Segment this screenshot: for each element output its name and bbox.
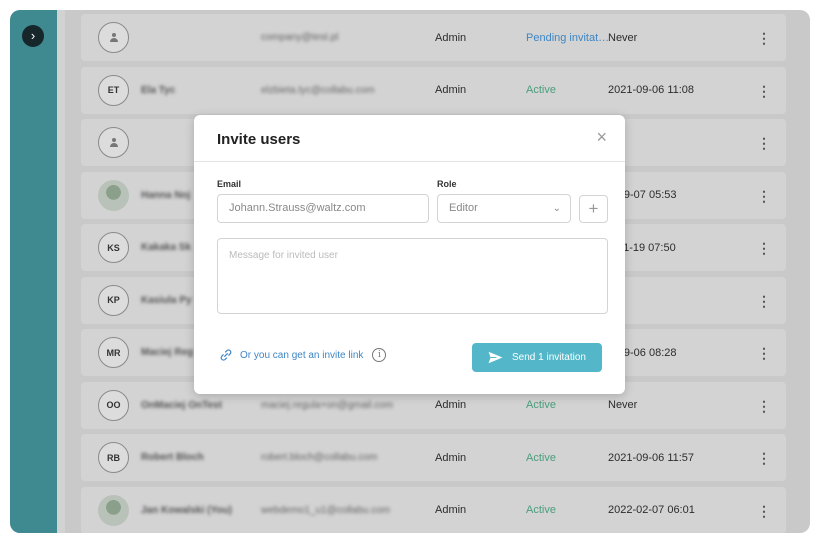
more-options-icon[interactable]: ⋮ (757, 188, 771, 204)
user-role: Admin (435, 84, 467, 96)
user-name: Robert Bloch (141, 452, 204, 463)
user-email: maciej.regula+on@gmail.com (261, 399, 394, 411)
more-options-icon[interactable]: ⋮ (757, 398, 771, 414)
avatar: KP (98, 284, 129, 316)
user-name: OnMaciej OnTest (141, 399, 222, 411)
avatar: MR (98, 337, 129, 368)
avatar: KS (98, 232, 129, 263)
last-active: Never (608, 399, 638, 411)
send-button-label: Send 1 invitation (512, 352, 586, 363)
person-icon (98, 127, 129, 158)
table-row[interactable]: Jan Kowalski (You) webdemo1_u1@collabu.co… (81, 486, 786, 533)
role-select[interactable]: Editor ⌄ (437, 194, 571, 223)
last-active: 2022-02-07 06:01 (608, 504, 695, 516)
avatar: ET (98, 74, 129, 106)
send-invitation-button[interactable]: Send 1 invitation (472, 343, 602, 372)
chevron-right-icon[interactable]: › (22, 25, 44, 47)
user-status: Active (526, 451, 556, 464)
table-row[interactable]: ET Ela Tyc elzbieta.tyc@collabu.com Admin Ac… (81, 66, 786, 114)
message-field[interactable]: Message for invited user (217, 238, 608, 314)
user-email: elzbieta.tyc@collabu.com (261, 84, 375, 96)
user-role: Admin (435, 399, 467, 411)
user-name: Maciej Reg (141, 347, 194, 358)
more-options-icon[interactable]: ⋮ (757, 345, 771, 361)
user-email: robert.bloch@collabu.com (261, 452, 378, 463)
last-active: Never (608, 31, 638, 44)
user-name: Kasiula Py (141, 294, 192, 306)
invite-link-label: Or you can get an invite link (240, 349, 364, 361)
user-status: Active (526, 504, 556, 516)
user-role: Admin (435, 504, 467, 516)
invite-users-dialog: Invite users × Email Johann.Strauss@walt… (194, 115, 625, 394)
more-options-icon[interactable]: ⋮ (757, 30, 771, 46)
more-options-icon[interactable]: ⋮ (757, 83, 771, 99)
link-icon (220, 349, 232, 361)
role-label: Role (437, 179, 457, 189)
last-active: 2021-09-06 11:08 (608, 84, 695, 96)
avatar (98, 494, 129, 526)
more-options-icon[interactable]: ⋮ (757, 450, 771, 466)
more-options-icon[interactable]: ⋮ (757, 293, 771, 309)
avatar (98, 179, 129, 211)
user-email: company@test.pl (261, 32, 339, 43)
send-icon (488, 351, 503, 364)
user-name: Hanna Noj (141, 189, 191, 201)
sidebar: › (10, 10, 57, 533)
user-role: Admin (435, 451, 467, 464)
user-email: webdemo1_u1@collabu.com (261, 504, 391, 516)
email-field[interactable]: Johann.Strauss@waltz.com (217, 194, 429, 223)
more-options-icon[interactable]: ⋮ (757, 240, 771, 256)
user-status: Active (526, 399, 556, 411)
person-icon (98, 22, 129, 53)
table-row[interactable]: RB Robert Bloch robert.bloch@collabu.com Ad… (81, 434, 786, 481)
user-name: Ela Tyc (141, 84, 176, 96)
add-role-button[interactable]: + (579, 195, 608, 223)
chevron-down-icon: ⌄ (552, 203, 561, 214)
user-role: Admin (435, 31, 467, 44)
avatar: RB (98, 442, 129, 473)
sidebar-edge (57, 10, 65, 533)
user-name: Kakaka Sk (141, 242, 192, 253)
table-row[interactable]: company@test.pl Admin Pending invitat… Neve… (81, 14, 786, 61)
person-glyph (109, 32, 119, 43)
dialog-divider (194, 161, 625, 162)
person-glyph (109, 137, 119, 148)
last-active: 2021-09-06 11:57 (608, 451, 695, 464)
role-value: Editor (449, 202, 478, 214)
user-status: Active (526, 84, 556, 96)
user-name: Jan Kowalski (You) (141, 504, 232, 516)
email-label: Email (217, 179, 242, 189)
user-status: Pending invitat… (526, 31, 610, 44)
close-icon[interactable]: × (596, 128, 607, 146)
invite-link[interactable]: Or you can get an invite link i (219, 348, 387, 362)
avatar: OO (98, 389, 129, 421)
dialog-title: Invite users (217, 131, 301, 148)
more-options-icon[interactable]: ⋮ (757, 503, 771, 519)
more-options-icon[interactable]: ⋮ (757, 135, 771, 151)
info-icon[interactable]: i (372, 348, 387, 362)
